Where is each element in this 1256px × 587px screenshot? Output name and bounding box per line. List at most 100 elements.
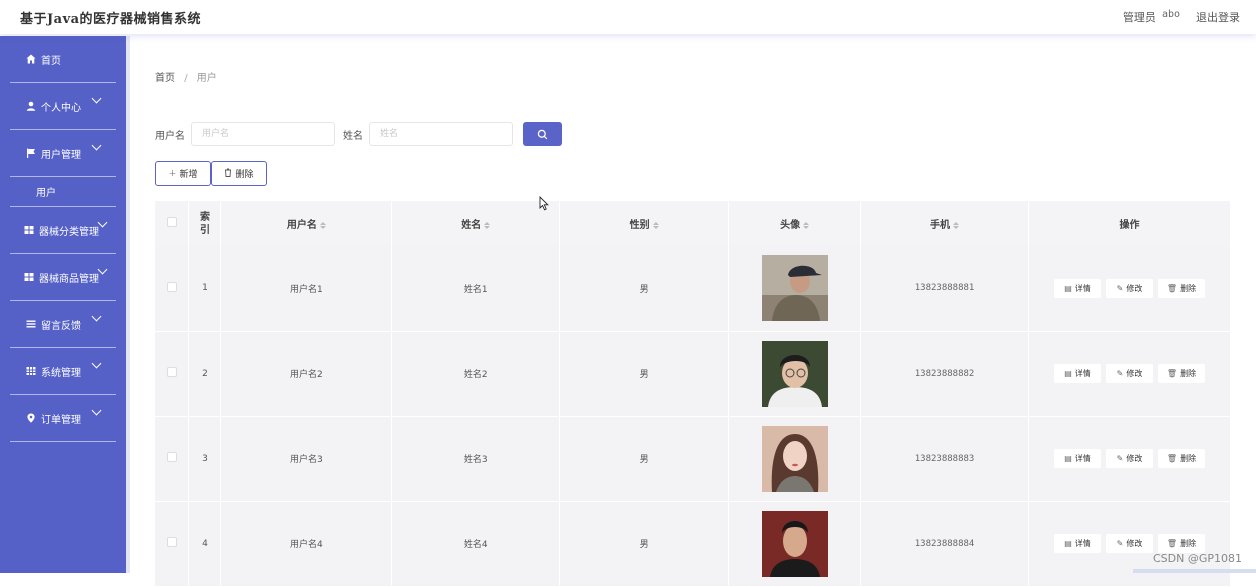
name-cell: 姓名2: [392, 331, 560, 416]
trash-icon: 🗑: [1167, 454, 1177, 463]
document-icon: ▤: [1064, 369, 1072, 378]
sidebar-item-feedback[interactable]: 留言反馈: [10, 301, 116, 348]
sidebar-item-category-management[interactable]: 器械分类管理: [10, 207, 116, 254]
name-cell: 姓名1: [392, 246, 560, 331]
username-cell: 用户名3: [221, 416, 392, 501]
add-button[interactable]: ＋ 新增: [155, 161, 211, 186]
sidebar-subitem-users[interactable]: 用户: [10, 177, 116, 207]
phone-cell: 13823888884: [861, 501, 1029, 586]
location-icon: [26, 413, 36, 423]
table-row: 4 用户名4 姓名4 男 13823888884 ▤详情 ✎修改 🗑删除: [155, 501, 1231, 586]
row-select-cell: [155, 331, 189, 416]
chevron-down-icon: [92, 141, 102, 151]
sidebar-item-user-management[interactable]: 用户管理: [10, 130, 116, 177]
document-icon: ▤: [1064, 454, 1072, 463]
top-bar: 基于Java的医疗器械销售系统 管理员 abo 退出登录: [0, 0, 1256, 34]
operations-cell: ▤详情 ✎修改 🗑删除: [1029, 416, 1231, 501]
sidebar-item-order-management[interactable]: 订单管理: [10, 395, 116, 442]
index-cell: 4: [189, 501, 221, 586]
detail-button[interactable]: ▤详情: [1054, 534, 1101, 553]
trash-icon: 🗑: [1167, 284, 1177, 293]
sidebar-item-home[interactable]: 首页: [10, 36, 116, 83]
edit-button[interactable]: ✎修改: [1106, 364, 1153, 383]
sidebar-item-product-management[interactable]: 器械商品管理: [10, 254, 116, 301]
row-select-cell: [155, 501, 189, 586]
name-cell: 姓名3: [392, 416, 560, 501]
avatar-cell: [729, 331, 861, 416]
sidebar-item-label: 首页: [41, 52, 61, 67]
column-header-phone[interactable]: 手机: [861, 201, 1029, 246]
table-row: 3 用户名3 姓名3 男 13823888883 ▤详情 ✎修改 🗑删除: [155, 416, 1231, 501]
current-user: 管理员 abo: [1123, 9, 1180, 25]
delete-button[interactable]: 🗑删除: [1158, 364, 1205, 383]
edit-icon: ✎: [1117, 284, 1124, 293]
breadcrumb: 首页 / 用户: [155, 69, 217, 84]
row-checkbox[interactable]: [167, 537, 177, 547]
name-search-input[interactable]: [369, 122, 513, 146]
sidebar-item-label: 用户管理: [41, 146, 81, 161]
row-checkbox[interactable]: [167, 282, 177, 292]
sidebar-item-profile[interactable]: 个人中心: [10, 83, 116, 130]
batch-delete-button[interactable]: 删除: [211, 161, 267, 186]
chevron-down-icon: [92, 406, 102, 416]
gender-cell: 男: [560, 416, 729, 501]
sort-icon: [484, 222, 490, 229]
edit-button[interactable]: ✎修改: [1106, 279, 1153, 298]
plus-icon: ＋: [168, 168, 176, 179]
column-header-gender[interactable]: 性别: [560, 201, 729, 246]
column-header-avatar[interactable]: 头像: [729, 201, 861, 246]
sort-icon: [653, 222, 659, 229]
operations-cell: ▤详情 ✎修改 🗑删除: [1029, 331, 1231, 416]
column-header-username[interactable]: 用户名: [221, 201, 392, 246]
sidebar-item-label: 系统管理: [41, 364, 81, 379]
sort-icon: [803, 222, 809, 229]
home-icon: [26, 54, 36, 64]
sidebar-item-system-management[interactable]: 系统管理: [10, 348, 116, 395]
sidebar-subitem-label: 用户: [36, 184, 56, 199]
add-button-label: 新增: [179, 167, 197, 180]
detail-button[interactable]: ▤详情: [1054, 449, 1101, 468]
username-label: abo: [1162, 9, 1180, 25]
sidebar-item-label: 个人中心: [41, 99, 81, 114]
table-header-row: 索引 用户名 姓名 性别 头像 手机 操作: [155, 201, 1231, 246]
logout-link[interactable]: 退出登录: [1196, 9, 1240, 25]
delete-button[interactable]: 🗑删除: [1158, 279, 1205, 298]
avatar-cell: [729, 501, 861, 586]
chevron-down-icon: [92, 312, 102, 322]
app-title: 基于Java的医疗器械销售系统: [20, 8, 201, 27]
scrollbar-strip[interactable]: [1133, 569, 1256, 573]
search-button[interactable]: [523, 122, 562, 146]
column-header-name[interactable]: 姓名: [392, 201, 560, 246]
document-icon: ▤: [1064, 539, 1072, 548]
breadcrumb-separator: /: [184, 73, 187, 84]
avatar-image: [762, 511, 828, 577]
avatar-image: [762, 255, 828, 321]
detail-button[interactable]: ▤详情: [1054, 364, 1101, 383]
sidebar-item-label: 留言反馈: [41, 317, 81, 332]
trash-icon: 🗑: [1167, 369, 1177, 378]
index-cell: 1: [189, 246, 221, 331]
row-checkbox[interactable]: [167, 367, 177, 377]
delete-button[interactable]: 🗑删除: [1158, 534, 1205, 553]
avatar-cell: [729, 416, 861, 501]
edit-button[interactable]: ✎修改: [1106, 449, 1153, 468]
edit-button[interactable]: ✎修改: [1106, 534, 1153, 553]
grid-icon: [24, 272, 34, 282]
row-select-cell: [155, 246, 189, 331]
row-select-cell: [155, 416, 189, 501]
delete-button[interactable]: 🗑删除: [1158, 449, 1205, 468]
index-cell: 2: [189, 331, 221, 416]
username-search-input[interactable]: [191, 122, 335, 146]
sort-icon: [320, 222, 326, 229]
detail-button[interactable]: ▤详情: [1054, 279, 1101, 298]
breadcrumb-home[interactable]: 首页: [155, 73, 175, 84]
row-checkbox[interactable]: [167, 452, 177, 462]
select-all-checkbox[interactable]: [167, 217, 177, 227]
select-all-cell: [155, 201, 189, 246]
username-search-label: 用户名: [155, 127, 185, 142]
user-area: 管理员 abo 退出登录: [1123, 9, 1240, 25]
sidebar-item-label: 器械商品管理: [39, 270, 99, 285]
chevron-down-icon: [92, 359, 102, 369]
chevron-down-icon: [98, 265, 108, 275]
table-row: 1 用户名1 姓名1 男 13823888881 ▤详情 ✎修改 🗑删除: [155, 246, 1231, 331]
